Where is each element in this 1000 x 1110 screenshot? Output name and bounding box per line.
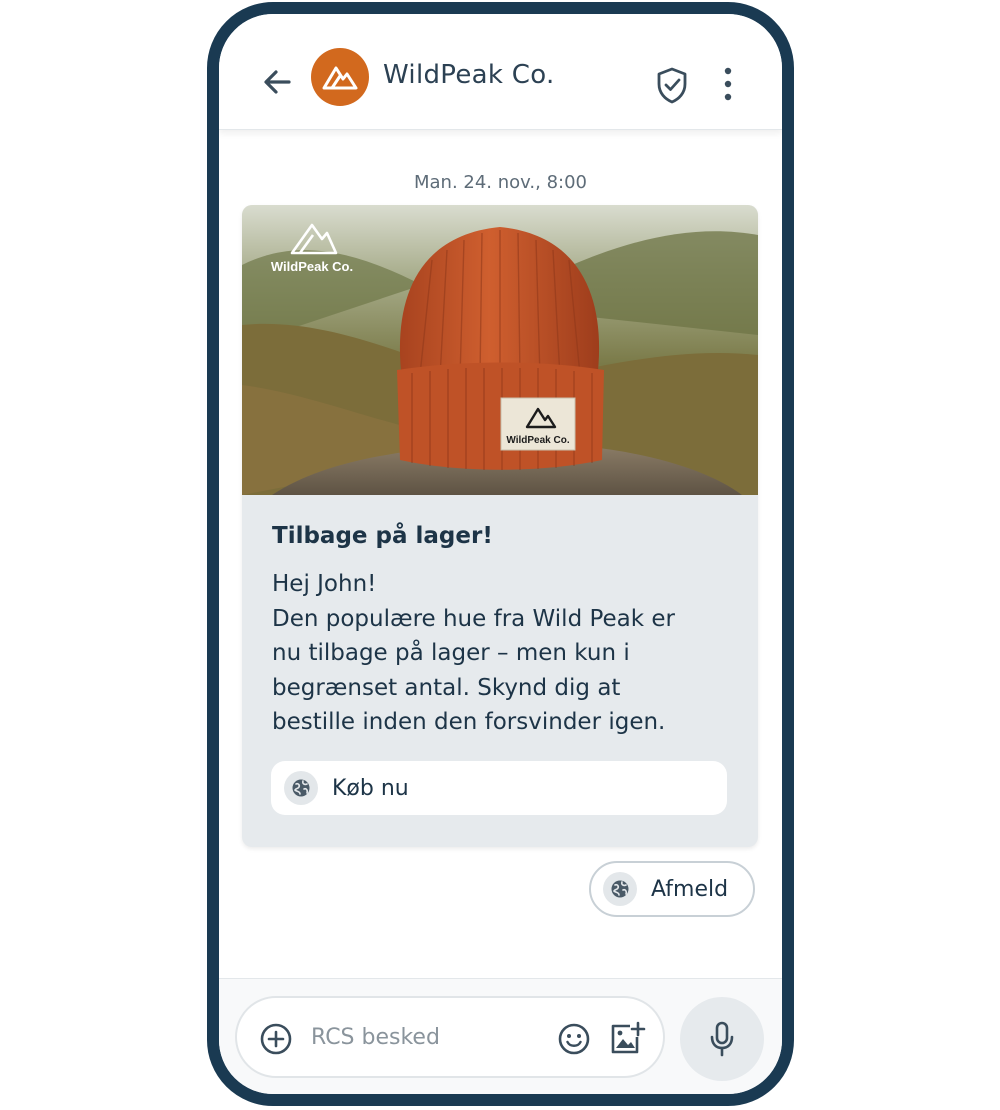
card-text-line: nu tilbage på lager – men kun i xyxy=(272,640,630,666)
add-circle-icon[interactable] xyxy=(259,1022,293,1056)
rich-card[interactable]: WildPeak Co. WildPeak Co. Tilbage på lag… xyxy=(242,205,758,847)
card-title: Tilbage på lager! xyxy=(272,523,493,549)
card-text-line: Den populære hue fra Wild Peak er xyxy=(272,605,676,632)
corner-brand-text: WildPeak Co. xyxy=(271,259,353,274)
card-text-line: begrænset antal. Skynd dig at xyxy=(272,674,621,701)
card-description: Hej John! Den populære hue fra Wild Peak… xyxy=(272,567,742,740)
add-photo-icon[interactable] xyxy=(608,1021,646,1057)
more-vert-icon[interactable] xyxy=(718,66,738,102)
emoji-icon[interactable] xyxy=(557,1022,591,1056)
message-placeholder[interactable]: RCS besked xyxy=(311,1025,440,1050)
voice-message-button[interactable] xyxy=(680,997,764,1081)
shield-check-icon[interactable] xyxy=(655,66,689,104)
card-text-line: bestille inden den forsvinder igen. xyxy=(272,709,666,735)
message-input[interactable]: RCS besked xyxy=(235,996,665,1078)
phone-frame: WildPeak Co. Man. 24. nov., 8:00 WildPea… xyxy=(207,2,794,1106)
mic-icon xyxy=(710,1021,734,1057)
card-text-line: Hej John! xyxy=(272,571,377,597)
message-timestamp: Man. 24. nov., 8:00 xyxy=(413,172,588,193)
chat-header: WildPeak Co. xyxy=(219,14,782,130)
product-image: WildPeak Co. WildPeak Co. xyxy=(242,205,758,495)
composer-bar: RCS besked xyxy=(219,978,782,1094)
mountain-logo-icon xyxy=(322,66,358,90)
unsubscribe-label: Afmeld xyxy=(651,876,729,902)
sender-avatar[interactable] xyxy=(311,48,369,106)
unsubscribe-chip[interactable]: Afmeld xyxy=(589,861,755,917)
sender-name[interactable]: WildPeak Co. xyxy=(383,60,555,90)
globe-icon xyxy=(284,771,318,805)
label-brand-text: WildPeak Co. xyxy=(506,435,569,446)
buy-now-button[interactable]: Køb nu xyxy=(271,761,727,815)
globe-icon xyxy=(603,872,637,906)
back-arrow-icon[interactable] xyxy=(259,64,295,100)
buy-now-label: Køb nu xyxy=(332,775,409,801)
